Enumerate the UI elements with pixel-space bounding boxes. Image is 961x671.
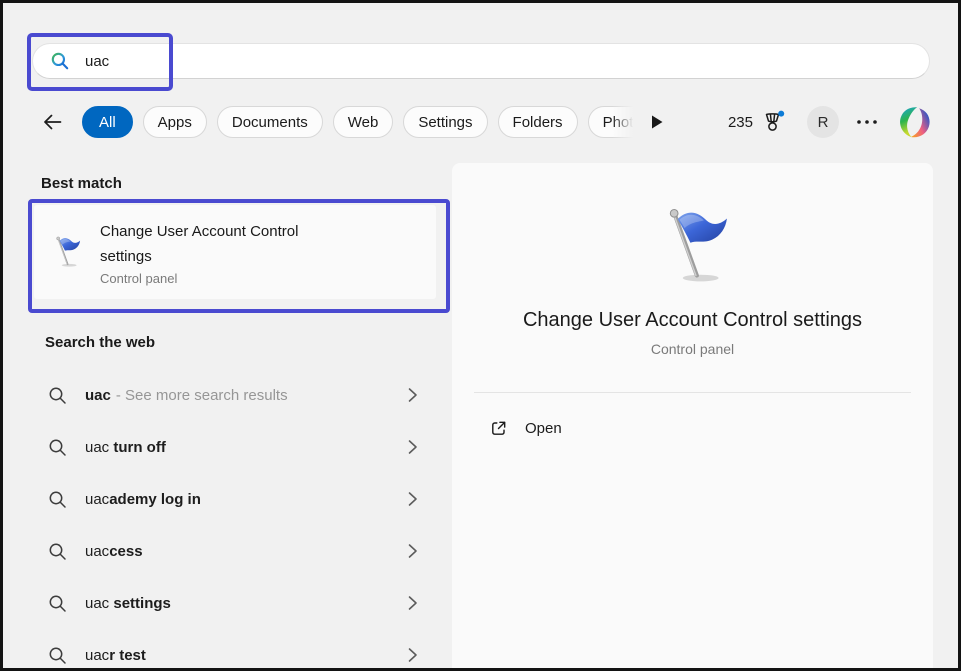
tab-apps-label: Apps <box>158 114 192 131</box>
tab-documents-label: Documents <box>232 114 308 131</box>
best-match-title-line1: Change User Account Control <box>100 219 298 244</box>
suggestion-text: uac turn off <box>85 439 166 456</box>
tab-settings[interactable]: Settings <box>403 106 487 138</box>
suggestion-row-uac-turn-off[interactable]: uac turn off <box>28 421 444 473</box>
chevron-right-icon <box>407 543 418 559</box>
open-label: Open <box>525 420 562 437</box>
more-options-icon[interactable] <box>854 110 880 134</box>
rewards-button[interactable]: 235 <box>728 109 786 135</box>
search-glyph-icon <box>48 490 67 509</box>
best-match-title-line2: settings <box>100 244 298 269</box>
search-the-web-header: Search the web <box>45 334 155 351</box>
search-input[interactable]: uac <box>32 43 930 79</box>
open-action[interactable]: Open <box>452 409 933 447</box>
chevron-right-icon <box>407 439 418 455</box>
suggestion-text: uacademy log in <box>85 491 201 508</box>
suggestion-text: uacr test <box>85 647 146 664</box>
avatar-initial: R <box>818 114 829 131</box>
suggestion-row-see-more[interactable]: uac- See more search results <box>28 369 444 421</box>
best-match-header: Best match <box>41 175 122 192</box>
tab-web-label: Web <box>348 114 379 131</box>
tab-documents[interactable]: Documents <box>217 106 323 138</box>
suggestion-row-uacr-test[interactable]: uacr test <box>28 629 444 671</box>
web-suggestion-list: uac- See more search results uac turn of… <box>28 369 444 671</box>
detail-divider <box>474 392 911 393</box>
tab-apps[interactable]: Apps <box>143 106 207 138</box>
suggestion-row-uaccess[interactable]: uaccess <box>28 525 444 577</box>
tab-settings-label: Settings <box>418 114 472 131</box>
search-glyph-icon <box>48 646 67 665</box>
tab-photos-clipped[interactable]: Photos <box>588 106 636 138</box>
open-external-icon <box>489 419 508 438</box>
search-glyph-icon <box>48 438 67 457</box>
copilot-icon[interactable] <box>897 105 932 140</box>
search-icon <box>50 51 70 71</box>
chevron-right-icon <box>407 595 418 611</box>
best-match-subtitle: Control panel <box>100 271 298 286</box>
search-input-value: uac <box>85 53 109 70</box>
chevron-right-icon <box>407 387 418 403</box>
chevron-right-icon <box>407 647 418 663</box>
suggestion-row-uac-settings[interactable]: uac settings <box>28 577 444 629</box>
search-glyph-icon <box>48 386 67 405</box>
tab-all[interactable]: All <box>82 106 133 138</box>
tab-photos[interactable]: Photos <box>588 106 636 138</box>
search-glyph-icon <box>48 542 67 561</box>
tabs-scroll-right-icon[interactable] <box>650 114 664 130</box>
suggestion-text: uac- See more search results <box>85 387 288 404</box>
account-cluster: 235 R <box>728 105 932 139</box>
tab-all-label: All <box>99 114 116 131</box>
windows-search-window: uac All Apps Documents Web Settings Fold… <box>0 0 961 671</box>
uac-flag-icon <box>49 235 83 269</box>
tab-photos-label: Photos <box>603 114 636 131</box>
tab-folders[interactable]: Folders <box>498 106 578 138</box>
chevron-right-icon <box>407 491 418 507</box>
suggestion-text: uac settings <box>85 595 171 612</box>
avatar[interactable]: R <box>807 106 839 138</box>
search-glyph-icon <box>48 594 67 613</box>
filter-tabs: All Apps Documents Web Settings Folders … <box>41 105 664 139</box>
rewards-points: 235 <box>728 114 753 131</box>
tab-web[interactable]: Web <box>333 106 394 138</box>
uac-flag-icon-large <box>649 205 737 287</box>
detail-subtitle: Control panel <box>651 341 734 357</box>
best-match-result[interactable]: Change User Account Control settings Con… <box>34 205 436 299</box>
suggestion-row-uacademy-log-in[interactable]: uacademy log in <box>28 473 444 525</box>
tab-folders-label: Folders <box>513 114 563 131</box>
detail-title: Change User Account Control settings <box>523 309 862 332</box>
result-detail-panel: Change User Account Control settings Con… <box>452 163 933 668</box>
suggestion-text: uaccess <box>85 543 143 560</box>
best-match-text: Change User Account Control settings Con… <box>100 219 298 286</box>
rewards-trophy-icon <box>762 109 786 135</box>
back-arrow-icon[interactable] <box>41 110 65 134</box>
